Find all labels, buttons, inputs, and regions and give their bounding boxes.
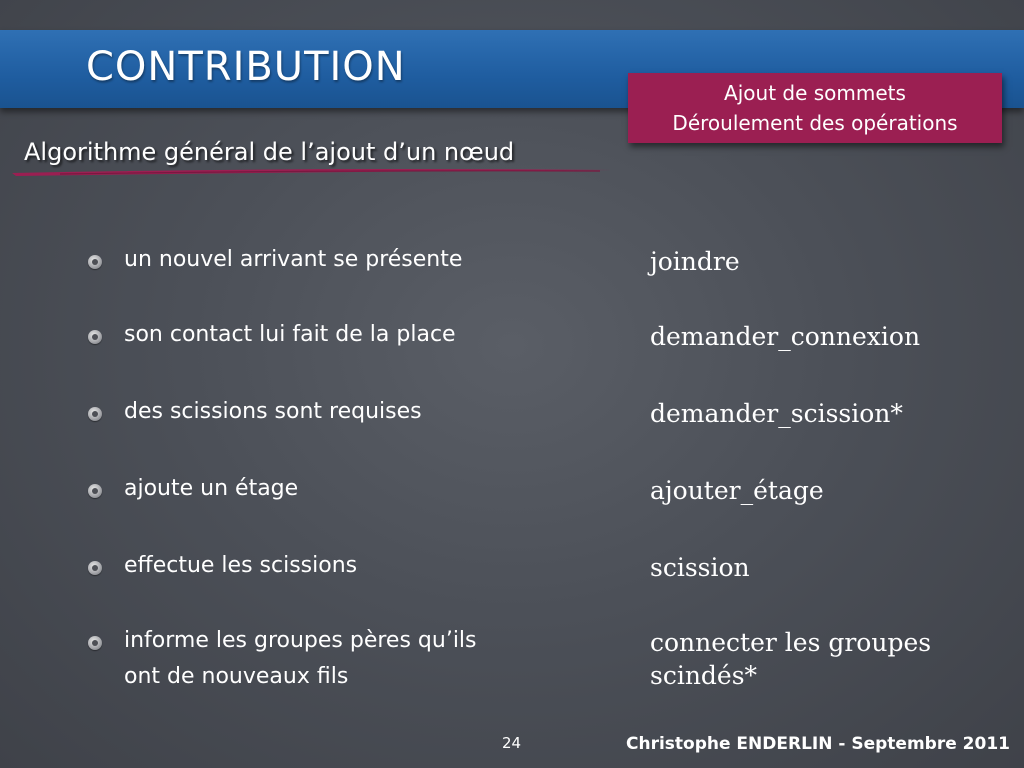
section-label-line-1: Ajout de sommets <box>724 81 906 105</box>
step-description-line-1: informe les groupes pères qu’ils <box>124 628 477 653</box>
step-description-line-2: ont de nouveaux fils <box>124 664 349 689</box>
section-label-box: Ajout de sommets Déroulement des opérati… <box>628 73 1002 143</box>
step-description: ajoute un étage <box>124 476 299 501</box>
operation-name-line-2: scindés* <box>650 661 758 690</box>
operation-name: demander_connexion <box>650 322 921 351</box>
bullet-icon <box>88 636 102 650</box>
footer-author: Christophe ENDERLIN - Septembre 2011 <box>626 734 1010 754</box>
bullet-icon <box>88 407 102 421</box>
operation-name: ajouter_étage <box>650 476 824 505</box>
bullet-icon <box>88 561 102 575</box>
step-description: son contact lui fait de la place <box>124 322 456 347</box>
bullet-icon <box>88 255 102 269</box>
section-label-line-2: Déroulement des opérations <box>672 111 958 135</box>
page-number: 24 <box>502 734 522 752</box>
slide-subtitle: Algorithme général de l’ajout d’un nœud <box>24 138 515 166</box>
operation-name: demander_scission* <box>650 399 903 428</box>
subtitle-underline <box>12 169 612 176</box>
step-description: effectue les scissions <box>124 553 358 578</box>
operation-name-line-1: connecter les groupes <box>650 628 932 657</box>
operation-name: scission <box>650 553 750 582</box>
slide-title: CONTRIBUTION <box>86 44 406 90</box>
bullet-icon <box>88 484 102 498</box>
operation-name: joindre <box>650 247 740 276</box>
bullet-icon <box>88 330 102 344</box>
step-description: un nouvel arrivant se présente <box>124 247 463 272</box>
step-description: informe les groupes pères qu’ils ont de … <box>124 623 564 695</box>
step-description: des scissions sont requises <box>124 399 422 424</box>
operation-name: connecter les groupes scindés* <box>650 626 1010 692</box>
